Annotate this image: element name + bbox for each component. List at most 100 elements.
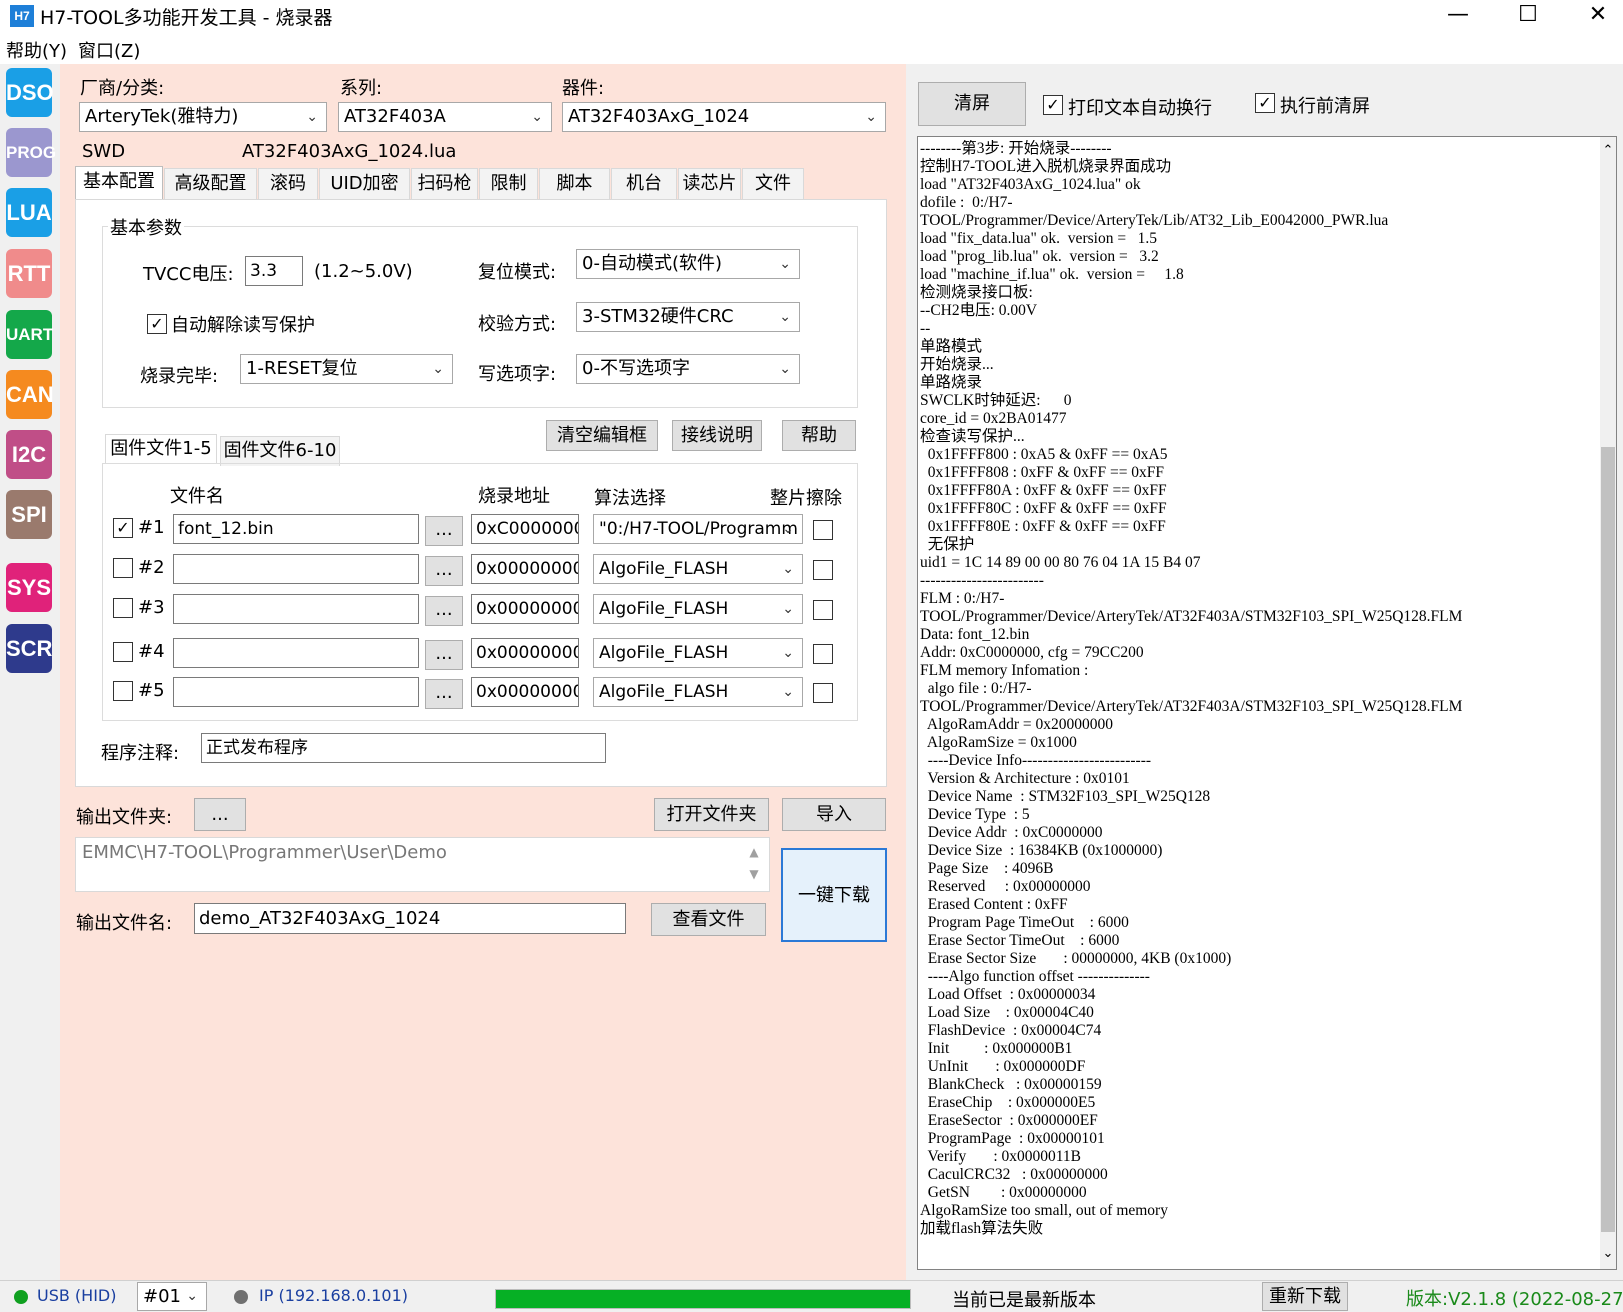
fw-row-4-index: #4 xyxy=(138,641,165,662)
nav-can-button[interactable]: CAN xyxy=(6,370,54,419)
tab-6[interactable]: 脚本 xyxy=(539,168,610,200)
reset-select[interactable]: 0-自动模式(软件) ⌄ xyxy=(576,249,800,279)
log-line: Load Size : 0x00004C40 xyxy=(920,1004,1094,1021)
one-click-download-button[interactable]: 一键下载 xyxy=(781,848,887,942)
menu-window[interactable]: 窗口(Z) xyxy=(78,37,140,63)
clear-edit-button[interactable]: 清空编辑框 xyxy=(546,420,658,451)
series-select[interactable]: AT32F403A ⌄ xyxy=(338,102,552,132)
vendor-select[interactable]: ArteryTek(雅特力) ⌄ xyxy=(79,102,327,132)
fw-row-3-address-input[interactable]: 0x00000000 xyxy=(471,594,579,624)
nav-prog-button[interactable]: PROG xyxy=(6,128,56,177)
close-icon[interactable]: ✕ xyxy=(1568,0,1623,34)
fw-row-4-browse-button[interactable]: ... xyxy=(425,640,463,670)
menu-help[interactable]: 帮助(Y) xyxy=(6,37,67,63)
fw-row-4-checkbox[interactable] xyxy=(113,642,133,662)
fw-row-1-erase-checkbox[interactable] xyxy=(813,520,833,540)
write-opt-select[interactable]: 0-不写选项字 ⌄ xyxy=(576,354,800,384)
tab-firmware-1-5[interactable]: 固件文件1-5 xyxy=(105,434,217,464)
fw-row-4-algo-select[interactable]: AlgoFile_FLASH ⌄ xyxy=(593,638,803,668)
tvcc-input[interactable]: 3.3 xyxy=(245,256,303,286)
fw-row-1-algo-select[interactable]: "0:/H7-TOOL/Programm ⌄ xyxy=(593,514,803,544)
tab-8[interactable]: 读芯片 xyxy=(678,168,741,200)
fw-row-2-address-input[interactable]: 0x00000000 xyxy=(471,554,579,584)
fw-row-4-erase-checkbox[interactable] xyxy=(813,644,833,664)
fw-row-1-file-input[interactable]: font_12.bin xyxy=(173,514,419,544)
view-file-button[interactable]: 查看文件 xyxy=(651,903,766,936)
clear-screen-button[interactable]: 清屏 xyxy=(918,82,1026,126)
nav-spi-button[interactable]: SPI xyxy=(6,490,52,539)
output-path-box[interactable]: EMMC\H7-TOOL\Programmer\User\Demo xyxy=(75,837,770,892)
fw-row-5-erase-checkbox[interactable] xyxy=(813,683,833,703)
fw-row-1-checkbox[interactable]: ✓ xyxy=(113,518,133,538)
fw-row-5-checkbox[interactable] xyxy=(113,681,133,701)
fw-row-2-checkbox[interactable] xyxy=(113,558,133,578)
fw-row-5-address-input[interactable]: 0x00000000 xyxy=(471,677,579,707)
nav-dso-button[interactable]: DSO xyxy=(6,68,54,117)
auto-unlock-checkbox[interactable]: ✓ xyxy=(147,314,167,334)
nav-rtt-button[interactable]: RTT xyxy=(6,249,52,298)
log-line: -- xyxy=(920,320,931,337)
output-path-scrollbar[interactable]: ▲ ▼ xyxy=(744,841,764,889)
device-select[interactable]: AT32F403AxG_1024 ⌄ xyxy=(562,102,886,132)
fw-row-3-browse-button[interactable]: ... xyxy=(425,596,463,626)
fw-row-2-erase-checkbox[interactable] xyxy=(813,560,833,580)
tab-3[interactable]: UID加密 xyxy=(319,168,410,200)
clear-before-run-checkbox[interactable]: ✓ xyxy=(1255,93,1275,113)
scroll-down-icon[interactable]: ▼ xyxy=(749,867,758,881)
tab-5[interactable]: 限制 xyxy=(479,168,538,200)
chevron-down-icon: ⌄ xyxy=(779,361,791,377)
fw-row-2-file-input[interactable] xyxy=(173,554,419,584)
redownload-button[interactable]: 重新下载 xyxy=(1262,1282,1348,1311)
nav-uart-button[interactable]: UART xyxy=(6,310,53,359)
fw-row-3-checkbox[interactable] xyxy=(113,598,133,618)
scroll-down-icon[interactable]: ⌄ xyxy=(1601,1246,1615,1262)
fw-row-1-algo-value: "0:/H7-TOOL/Programm xyxy=(599,519,798,539)
log-line: Device Size : 16384KB (0x1000000) xyxy=(920,842,1163,859)
output-name-input[interactable]: demo_AT32F403AxG_1024 xyxy=(194,903,626,934)
auto-wrap-checkbox[interactable]: ✓ xyxy=(1043,95,1063,115)
fw-row-5-algo-select[interactable]: AlgoFile_FLASH ⌄ xyxy=(593,677,803,707)
fw-row-3-file-input[interactable] xyxy=(173,594,419,624)
nav-i2c-button[interactable]: I2C xyxy=(6,430,52,479)
fw-row-3-algo-select[interactable]: AlgoFile_FLASH ⌄ xyxy=(593,594,803,624)
verify-select[interactable]: 3-STM32硬件CRC ⌄ xyxy=(576,302,800,332)
port-select[interactable]: #01 ⌄ xyxy=(137,1282,207,1311)
fw-row-1-index: #1 xyxy=(138,517,165,538)
tab-7[interactable]: 机台 xyxy=(611,168,677,200)
tab-4[interactable]: 扫码枪 xyxy=(411,168,478,200)
log-line: Init : 0x000000B1 xyxy=(920,1040,1073,1057)
fw-row-4-file-input[interactable] xyxy=(173,638,419,668)
scroll-up-icon[interactable]: ▲ xyxy=(749,845,758,859)
tab-9[interactable]: 文件 xyxy=(742,168,804,200)
nav-scr-button[interactable]: SCR xyxy=(6,624,52,673)
fw-row-3-erase-checkbox[interactable] xyxy=(813,600,833,620)
minimize-icon[interactable]: — xyxy=(1428,0,1488,34)
fw-row-1-browse-button[interactable]: ... xyxy=(425,516,463,546)
tab-0[interactable]: 基本配置 xyxy=(75,166,163,200)
open-folder-button[interactable]: 打开文件夹 xyxy=(654,798,769,831)
fw-row-2-algo-select[interactable]: AlgoFile_FLASH ⌄ xyxy=(593,554,803,584)
nav-lua-button[interactable]: LUA xyxy=(6,188,52,237)
done-select[interactable]: 1-RESET复位 ⌄ xyxy=(240,354,453,384)
wiring-help-button[interactable]: 接线说明 xyxy=(672,420,762,451)
fw-row-5-browse-button[interactable]: ... xyxy=(425,679,463,709)
note-input[interactable]: 正式发布程序 xyxy=(201,733,606,763)
nav-sys-button[interactable]: SYS xyxy=(6,563,52,612)
tab-firmware-6-10[interactable]: 固件文件6-10 xyxy=(220,436,340,466)
log-line: 0x1FFFF800 : 0xA5 & 0xFF == 0xA5 xyxy=(920,446,1168,463)
tab-1[interactable]: 高级配置 xyxy=(164,168,257,200)
fw-row-1-address-input[interactable]: 0xC0000000 xyxy=(471,514,579,544)
device-value: AT32F403AxG_1024 xyxy=(568,106,750,127)
fw-row-5-file-input[interactable] xyxy=(173,677,419,707)
tab-2[interactable]: 滚码 xyxy=(258,168,318,200)
fw-row-4-address-input[interactable]: 0x00000000 xyxy=(471,638,579,668)
chevron-down-icon: ⌄ xyxy=(186,1288,198,1304)
import-button[interactable]: 导入 xyxy=(782,798,886,831)
log-scrollbar-thumb[interactable] xyxy=(1601,447,1615,1232)
scroll-up-icon[interactable]: ⌃ xyxy=(1601,143,1615,159)
log-line: --------第3步: 开始烧录-------- xyxy=(920,140,1112,157)
output-folder-browse-button[interactable]: ... xyxy=(194,798,246,831)
maximize-icon[interactable]: ☐ xyxy=(1498,0,1558,34)
help-button[interactable]: 帮助 xyxy=(782,420,856,451)
fw-row-2-browse-button[interactable]: ... xyxy=(425,556,463,586)
